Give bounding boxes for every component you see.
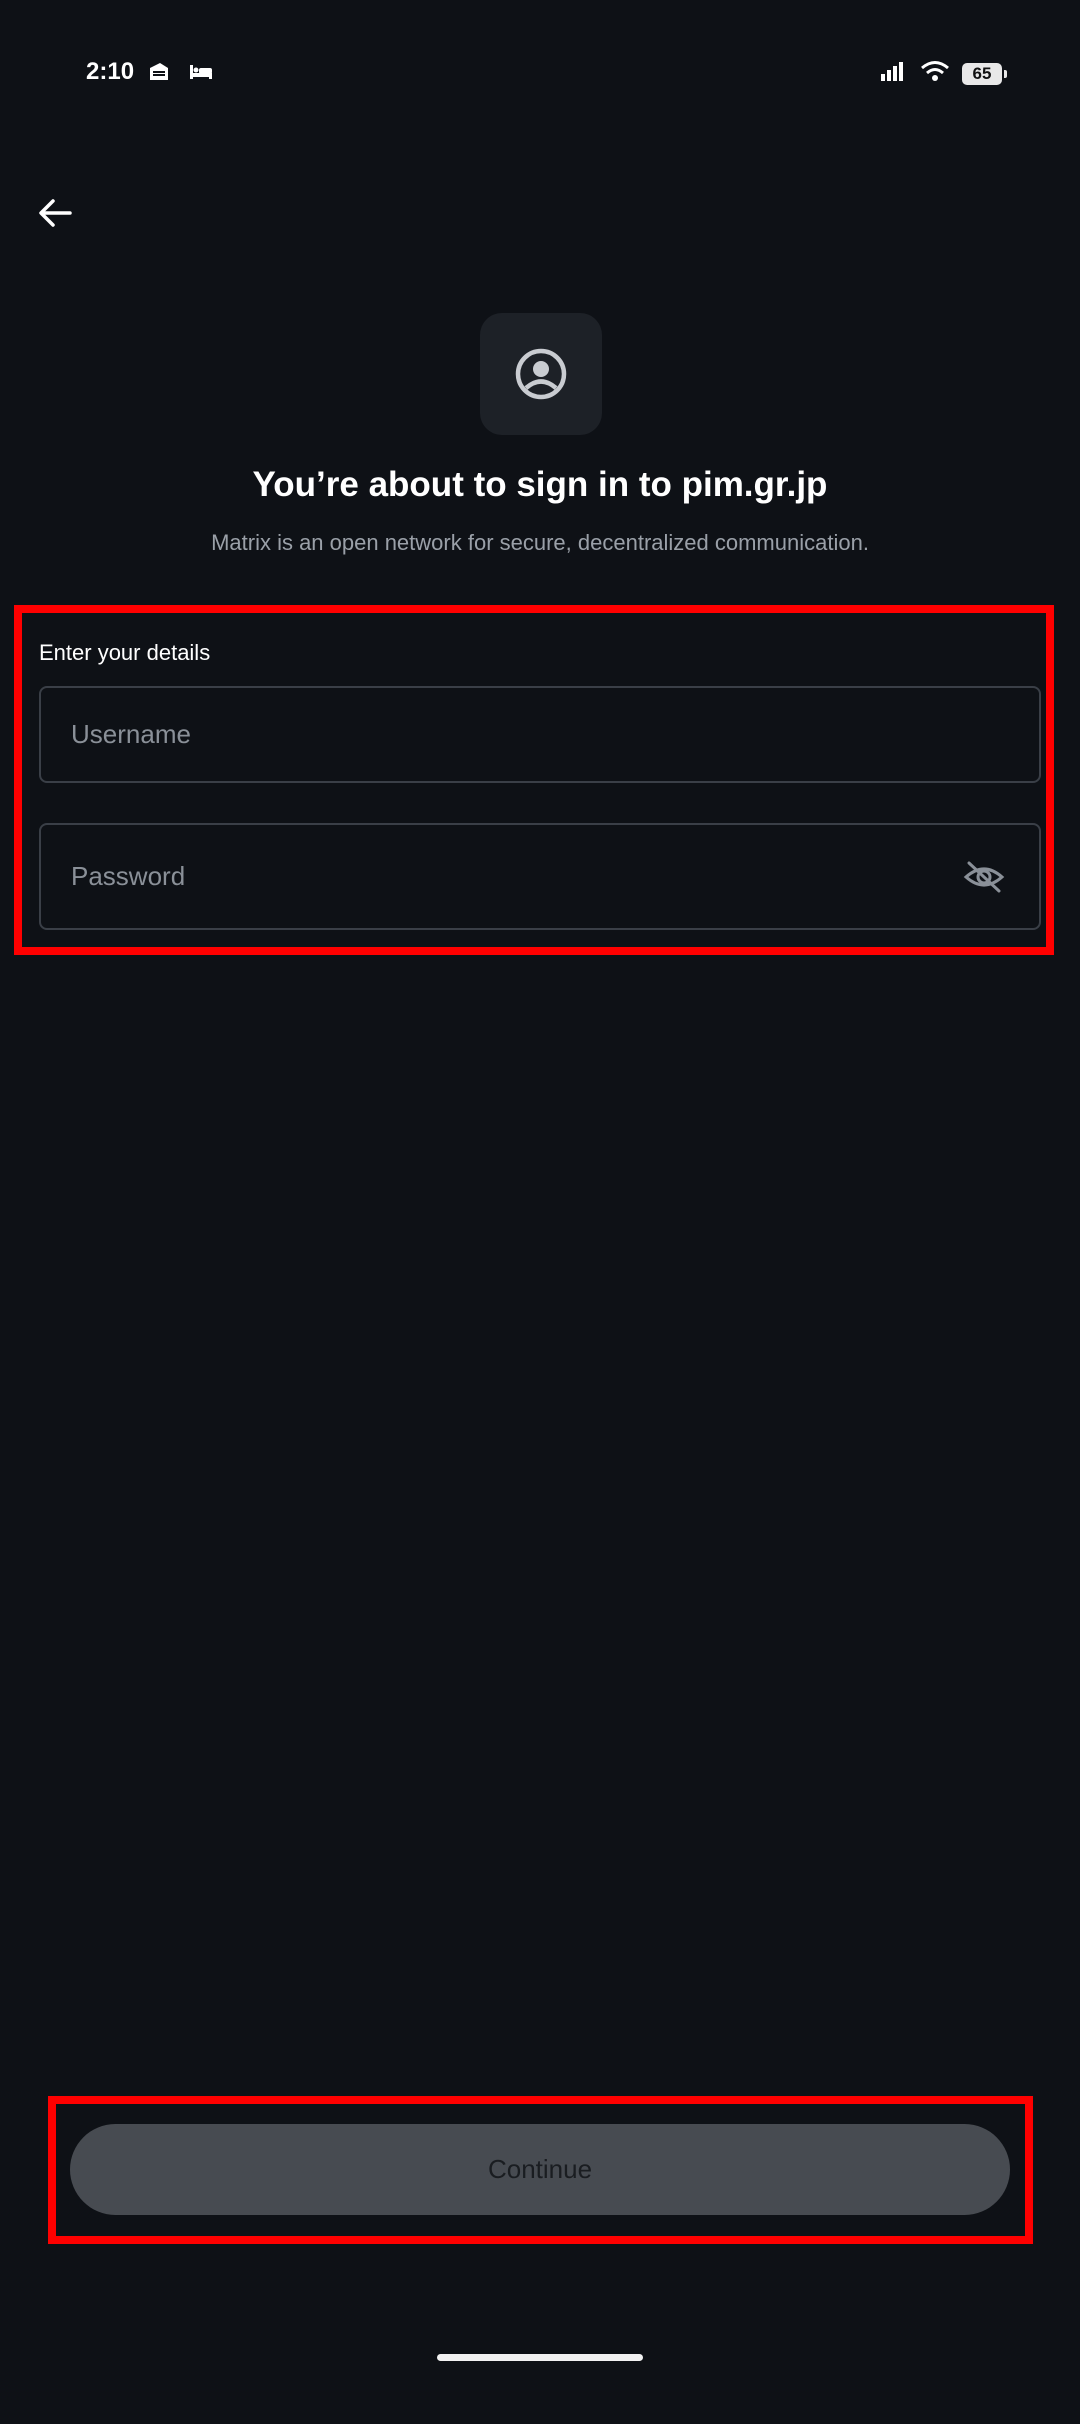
password-input[interactable] bbox=[71, 861, 959, 892]
arrow-left-icon bbox=[39, 199, 72, 227]
show-password-toggle[interactable] bbox=[959, 852, 1009, 902]
username-input[interactable] bbox=[71, 719, 1009, 750]
home-indicator[interactable] bbox=[437, 2354, 643, 2361]
status-notification-icons bbox=[146, 60, 214, 89]
status-time: 2:10 bbox=[86, 58, 135, 85]
wifi-icon bbox=[920, 60, 950, 87]
signal-icon bbox=[880, 60, 908, 87]
page-subtitle: Matrix is an open network for secure, de… bbox=[211, 530, 869, 555]
form-label: Enter your details bbox=[39, 640, 211, 665]
user-avatar-tile bbox=[480, 313, 602, 435]
username-field[interactable] bbox=[39, 686, 1041, 783]
notification-app-icon bbox=[146, 60, 172, 89]
eye-off-icon bbox=[963, 861, 1005, 892]
password-field[interactable] bbox=[39, 823, 1041, 930]
bed-icon bbox=[188, 60, 214, 89]
page-title: You’re about to sign in to pim.gr.jp bbox=[252, 465, 828, 504]
status-bar: 2:10 65 bbox=[0, 0, 1080, 150]
user-circle-icon bbox=[515, 348, 567, 400]
status-right-icons: 65 bbox=[880, 60, 1007, 87]
battery-indicator: 65 bbox=[962, 62, 1007, 85]
continue-button[interactable]: Continue bbox=[70, 2124, 1010, 2215]
back-button[interactable] bbox=[30, 188, 80, 238]
